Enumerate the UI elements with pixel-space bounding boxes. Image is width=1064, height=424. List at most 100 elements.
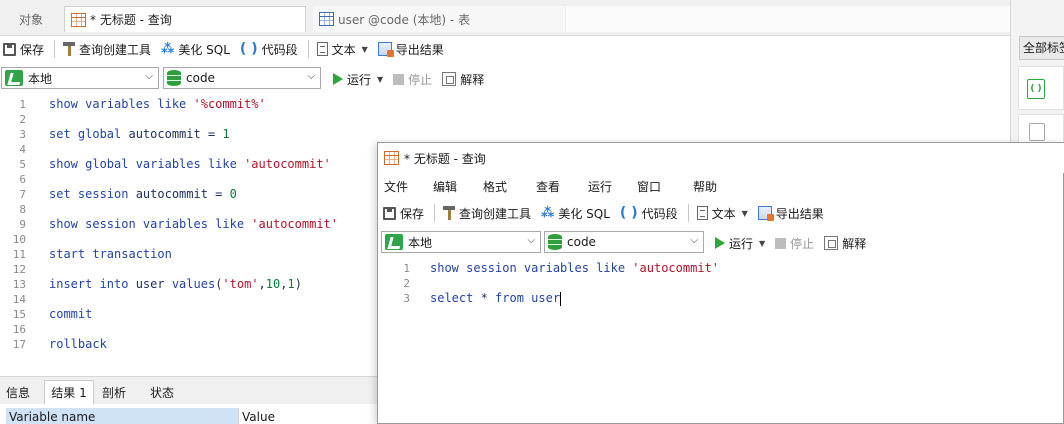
menu-help[interactable]: 帮助 xyxy=(693,178,717,195)
menu-format[interactable]: 格式 xyxy=(483,178,507,195)
code-line: show global variables like 'autocommit' xyxy=(49,157,331,172)
chevron-down-icon: ⌵ xyxy=(527,235,535,246)
column-header-value[interactable]: Value xyxy=(238,408,378,424)
run-label: 运行 xyxy=(347,72,372,87)
mysql-connection-icon xyxy=(385,234,403,250)
window-title-bar[interactable]: * 无标题 - 查询 xyxy=(378,143,1064,173)
run-toolbar: 运行 ▼ 停止 解释 xyxy=(715,231,876,255)
code-token: values xyxy=(171,277,216,291)
connection-select[interactable]: 本地 ⌵ xyxy=(381,231,541,253)
explain-button[interactable]: 解释 xyxy=(824,235,866,252)
column-variable-name-label: Variable name xyxy=(9,410,96,424)
menu-window[interactable]: 窗口 xyxy=(637,178,661,195)
tab-status-label: 状态 xyxy=(149,385,174,400)
text-menu-button[interactable]: 文本 ▼ xyxy=(316,41,368,58)
database-select[interactable]: code ⌵ xyxy=(163,67,321,89)
explain-button[interactable]: 解释 xyxy=(442,71,484,88)
beautify-sql-button[interactable]: ⁂ 美化 SQL xyxy=(161,41,230,58)
column-header-variable-name[interactable]: Variable name xyxy=(6,408,238,424)
chevron-down-icon: ⌵ xyxy=(690,235,698,246)
code-token: 1 xyxy=(222,127,230,141)
tab-query[interactable]: * 无标题 - 查询 xyxy=(64,6,306,32)
stop-icon xyxy=(775,237,787,249)
tab-info[interactable]: 信息 xyxy=(0,380,36,404)
stop-label: 停止 xyxy=(408,72,433,87)
code-token: show variables like xyxy=(49,97,194,111)
tab-info-label: 信息 xyxy=(5,385,30,400)
tab-objects[interactable]: 对象 xyxy=(0,6,62,32)
code-snippet-button[interactable]: ( ) 代码段 xyxy=(240,41,298,58)
stop-button[interactable]: 停止 xyxy=(775,235,814,252)
toolbar-divider xyxy=(434,204,436,222)
code-line: set session autocommit = 0 xyxy=(49,187,237,202)
floating-query-window[interactable]: * 无标题 - 查询 文件 编辑 格式 查看 运行 窗口 帮助 保存 查询创建工… xyxy=(377,142,1064,424)
snippet-card[interactable]: ( ) xyxy=(1018,66,1064,110)
code-token: start transaction xyxy=(49,247,172,261)
beautify-sql-label: 美化 SQL xyxy=(178,42,230,57)
code-token: 0 xyxy=(229,187,237,201)
explain-label: 解释 xyxy=(842,236,867,251)
text-menu-button[interactable]: 文本 ▼ xyxy=(696,205,748,222)
text-label: 文本 xyxy=(331,42,356,57)
hammer-icon xyxy=(63,42,76,56)
export-icon xyxy=(757,206,774,221)
menu-run[interactable]: 运行 xyxy=(588,178,612,195)
stop-label: 停止 xyxy=(790,236,815,251)
query-table-icon xyxy=(384,151,399,165)
code-token: set session xyxy=(49,187,136,201)
run-button[interactable]: 运行 ▼ xyxy=(715,235,765,252)
beautify-sql-button[interactable]: ⁂ 美化 SQL xyxy=(541,205,610,222)
result-grid-header: Variable name Value xyxy=(0,404,378,424)
code-snippet-button[interactable]: ( ) 代码段 xyxy=(620,205,678,222)
code-token: 'autocommit' xyxy=(251,217,338,231)
code-token: autocommit = xyxy=(135,187,230,201)
code-line: start transaction xyxy=(49,247,172,262)
toolbar-divider xyxy=(687,204,689,222)
export-result-button[interactable]: 导出结果 xyxy=(757,205,824,222)
parentheses-icon: ( ) xyxy=(239,41,258,57)
tab-table-label: user @code (本地) - 表 xyxy=(338,12,471,27)
stop-button[interactable]: 停止 xyxy=(393,71,432,88)
line-number: 17 xyxy=(12,338,26,351)
mysql-connection-icon xyxy=(5,70,23,86)
export-result-button[interactable]: 导出结果 xyxy=(377,41,444,58)
menu-file[interactable]: 文件 xyxy=(384,178,408,195)
tab-query-label: * 无标题 - 查询 xyxy=(90,13,172,27)
code-snippet-label: 代码段 xyxy=(641,206,678,221)
save-button[interactable]: 保存 xyxy=(383,205,424,222)
tab-result-1[interactable]: 结果 1 xyxy=(44,380,94,404)
code-token: 'tom' xyxy=(222,277,259,291)
code-token: from xyxy=(495,291,532,305)
explain-icon xyxy=(442,72,457,86)
tab-table-user[interactable]: user @code (本地) - 表 xyxy=(313,6,565,32)
toolbar-divider xyxy=(54,40,56,58)
code-line: show session variables like 'autocommit' xyxy=(430,261,719,276)
line-number: 5 xyxy=(19,158,26,171)
window-title: * 无标题 - 查询 xyxy=(404,151,486,166)
save-label: 保存 xyxy=(400,206,425,221)
sql-editor[interactable]: 1 2 3 show session variables like 'autocomm… xyxy=(378,260,1064,424)
code-token: commit xyxy=(49,307,93,321)
run-label: 运行 xyxy=(729,236,754,251)
tab-profile[interactable]: 剖析 xyxy=(96,380,132,404)
database-icon xyxy=(167,70,181,86)
code-token: 1 xyxy=(287,277,295,291)
play-icon xyxy=(333,73,343,85)
save-button[interactable]: 保存 xyxy=(3,41,44,58)
database-select[interactable]: code ⌵ xyxy=(544,231,704,253)
code-token: 10 xyxy=(265,277,281,291)
line-number: 6 xyxy=(19,173,26,186)
caret-down-icon: ▼ xyxy=(741,208,748,218)
snippet-card[interactable] xyxy=(1018,114,1064,144)
menu-edit[interactable]: 编辑 xyxy=(433,178,457,195)
run-button[interactable]: 运行 ▼ xyxy=(333,71,383,88)
code-token: rollback xyxy=(49,337,107,351)
tab-status[interactable]: 状态 xyxy=(140,380,184,404)
connection-select[interactable]: 本地 ⌵ xyxy=(1,67,159,89)
all-tags-button[interactable]: 全部标签 xyxy=(1019,36,1064,60)
code-token: user xyxy=(135,277,172,291)
line-number: 1 xyxy=(403,262,410,275)
query-builder-button[interactable]: 查询创建工具 xyxy=(443,205,531,222)
menu-view[interactable]: 查看 xyxy=(536,178,560,195)
query-builder-button[interactable]: 查询创建工具 xyxy=(63,41,151,58)
